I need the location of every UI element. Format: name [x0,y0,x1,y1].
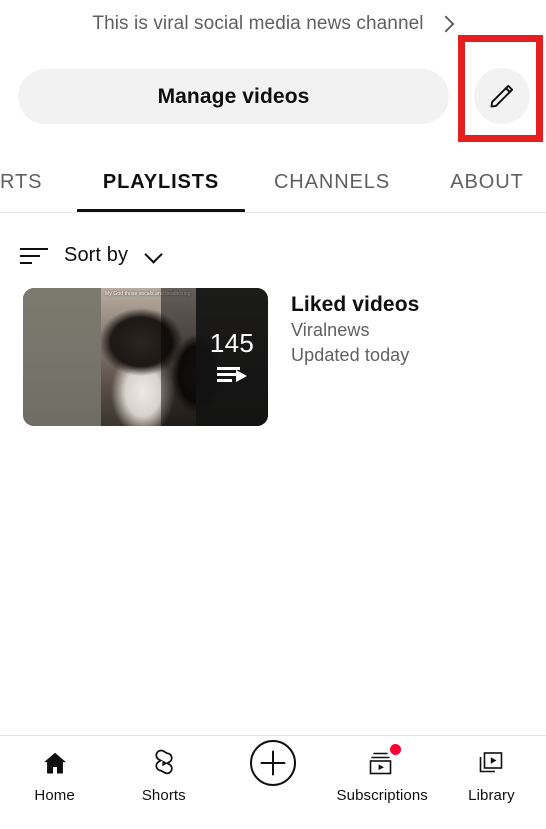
tabs-divider [0,212,546,213]
playlist-video-count: 145 [209,328,255,358]
nav-label-subscriptions: Subscriptions [336,787,428,804]
tab-playlists[interactable]: PLAYLISTS [77,152,245,213]
playlist-metadata: Liked videos Viralnews Updated today [291,292,536,368]
channel-description-row[interactable]: This is viral social media news channel [0,0,546,48]
thumbnail-dim-overlay [161,288,196,426]
library-icon [477,747,505,779]
nav-item-shorts[interactable]: Shorts [109,736,218,829]
shorts-icon [150,747,178,779]
nav-item-create[interactable] [218,736,327,829]
subscriptions-badge-dot [390,744,402,755]
pencil-icon [488,82,516,110]
edit-channel-button[interactable] [474,68,530,124]
subscriptions-icon [367,744,402,779]
plus-circle-icon [249,740,297,786]
nav-label-home: Home [34,787,75,804]
thumbnail-left-panel [23,288,101,426]
playlist-thumbnail[interactable]: My God those vocals and beatboxing 145 [23,288,268,426]
playlist-title: Liked videos [291,293,420,316]
tab-shorts[interactable]: ORTS [0,152,68,213]
nav-item-library[interactable]: Library [437,736,546,829]
playlist-count-overlay: 145 [196,288,268,426]
tab-channels[interactable]: CHANNELS [261,152,403,213]
sort-lines-icon [20,244,48,266]
tab-about[interactable]: ABOUT [431,152,543,213]
playlist-channel-name: Viralnews [291,320,370,340]
playlist-row[interactable]: My God those vocals and beatboxing 145 L… [0,288,546,430]
playlist-updated-text: Updated today [291,345,410,365]
bottom-navigation-bar: Home Shorts Subscriptions Library [0,735,546,818]
playlist-play-icon [217,366,247,384]
nav-label-shorts: Shorts [141,787,186,804]
channel-tabs: ORTS PLAYLISTS CHANNELS ABOUT [0,152,546,213]
nav-label-library: Library [468,787,515,804]
chevron-down-icon [144,248,162,262]
chevron-right-icon [438,16,454,32]
nav-item-subscriptions[interactable]: Subscriptions [328,736,437,829]
channel-description-text: This is viral social media news channel [92,13,424,34]
home-icon [41,747,69,779]
sort-by-control[interactable]: Sort by [20,235,162,275]
manage-videos-button[interactable]: Manage videos [18,69,449,124]
nav-item-home[interactable]: Home [0,736,109,829]
sort-by-label: Sort by [64,243,129,266]
